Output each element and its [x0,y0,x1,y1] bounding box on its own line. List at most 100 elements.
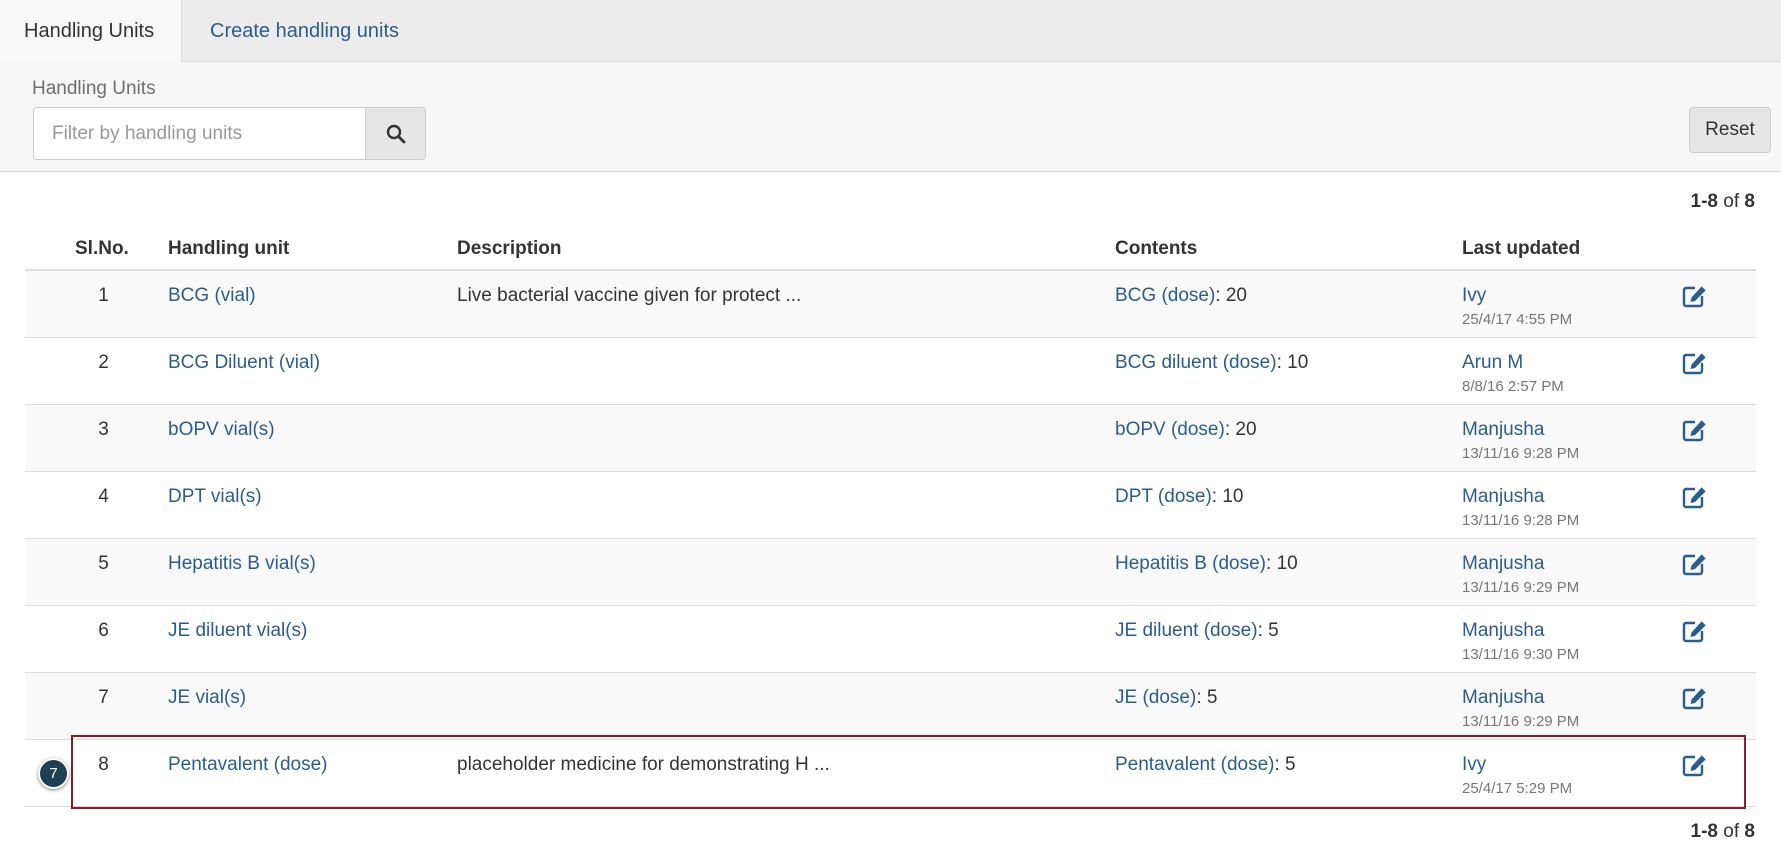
updated-by-user[interactable]: Manjusha [1462,553,1579,575]
row-number: 7 [98,687,109,708]
edit-icon[interactable] [1682,686,1708,716]
table-row: 4 DPT vial(s) DPT (dose): 10 Manjusha 13/11/… [25,472,1756,539]
edit-icon[interactable] [1682,418,1708,448]
pagination-count-bottom: 1-8 of 8 [1691,821,1755,843]
content-item-link[interactable]: BCG (dose) [1115,285,1215,306]
table-row: 7 JE vial(s) JE (dose): 5 Manjusha 13/11/16 … [25,673,1756,740]
handling-unit-link[interactable]: BCG Diluent (vial) [168,352,320,374]
updated-timestamp: 13/11/16 9:28 PM [1462,512,1580,529]
handling-unit-link[interactable]: Hepatitis B vial(s) [168,553,316,575]
updated-timestamp: 13/11/16 9:29 PM [1462,579,1580,596]
edit-icon[interactable] [1682,552,1708,582]
edit-icon[interactable] [1682,619,1708,649]
last-updated-cell: Ivy 25/4/17 5:29 PM [1462,754,1572,797]
contents-cell: DPT (dose): 10 [1115,486,1244,508]
pagination-range: 1-8 [1690,191,1718,212]
filter-label: Handling Units [32,78,156,99]
handling-units-table: Sl.No. Handling unit Description Content… [25,226,1756,807]
search-button[interactable] [365,107,426,160]
description-text: placeholder medicine for demonstrating H… [457,754,830,775]
updated-timestamp: 8/8/16 2:57 PM [1462,378,1564,395]
handling-unit-link[interactable]: DPT vial(s) [168,486,262,508]
header-contents: Contents [1115,238,1198,259]
updated-timestamp: 25/4/17 4:55 PM [1462,311,1573,328]
reset-button[interactable]: Reset [1689,107,1771,153]
table-row: 5 Hepatitis B vial(s) Hepatitis B (dose): … [25,539,1756,606]
table-row: 3 bOPV vial(s) bOPV (dose): 20 Manjusha 13/1… [25,405,1756,472]
last-updated-cell: Ivy 25/4/17 4:55 PM [1462,285,1572,328]
edit-icon[interactable] [1682,351,1708,381]
content-item-link[interactable]: bOPV (dose) [1115,419,1225,440]
updated-by-user[interactable]: Manjusha [1462,687,1579,709]
pagination-range: 1-8 [1690,821,1718,842]
pagination-total: 8 [1744,821,1755,842]
table-body: 1 BCG (vial) Live bacterial vaccine given … [25,271,1756,807]
row-number: 5 [98,553,109,574]
header-handling-unit: Handling unit [168,238,290,259]
edit-icon[interactable] [1682,485,1708,515]
edit-icon[interactable] [1682,284,1708,314]
content-quantity: : 10 [1266,553,1298,574]
table-row: 2 BCG Diluent (vial) BCG diluent (dose): 1… [25,338,1756,405]
description-text: Live bacterial vaccine given for protect… [457,285,802,306]
contents-cell: JE diluent (dose): 5 [1115,620,1279,642]
updated-by-user[interactable]: Manjusha [1462,419,1579,441]
table-header: Sl.No. Handling unit Description Content… [25,226,1756,271]
updated-timestamp: 13/11/16 9:30 PM [1462,646,1580,663]
table-row: 1 BCG (vial) Live bacterial vaccine given … [25,271,1756,338]
contents-cell: BCG diluent (dose): 10 [1115,352,1308,374]
updated-by-user[interactable]: Arun M [1462,352,1564,374]
search-input[interactable] [33,107,365,160]
contents-cell: BCG (dose): 20 [1115,285,1247,307]
content-item-link[interactable]: Hepatitis B (dose) [1115,553,1266,574]
handling-unit-link[interactable]: JE vial(s) [168,687,246,709]
contents-cell: JE (dose): 5 [1115,687,1217,709]
row-number: 6 [98,620,109,641]
updated-timestamp: 25/4/17 5:29 PM [1462,780,1573,797]
last-updated-cell: Arun M 8/8/16 2:57 PM [1462,352,1564,395]
content-quantity: : 20 [1224,419,1257,440]
tab-bar: Handling Units Create handling units [0,0,1781,63]
last-updated-cell: Manjusha 13/11/16 9:28 PM [1462,419,1579,462]
handling-unit-link[interactable]: Pentavalent (dose) [168,754,328,776]
updated-by-user[interactable]: Manjusha [1462,486,1579,508]
filter-panel: Handling Units Reset [0,62,1781,172]
handling-unit-link[interactable]: JE diluent vial(s) [168,620,307,642]
last-updated-cell: Manjusha 13/11/16 9:29 PM [1462,687,1579,730]
pagination-count-top: 1-8 of 8 [1691,191,1755,213]
content-item-link[interactable]: DPT (dose) [1115,486,1212,507]
content-quantity: : 5 [1196,687,1218,708]
content-item-link[interactable]: BCG diluent (dose) [1115,352,1277,373]
updated-by-user[interactable]: Ivy [1462,285,1572,307]
content-quantity: : 5 [1274,754,1296,775]
row-number: 3 [98,419,109,440]
handling-unit-link[interactable]: BCG (vial) [168,285,256,307]
content-item-link[interactable]: JE diluent (dose) [1115,620,1258,641]
content-item-link[interactable]: JE (dose) [1115,687,1196,708]
header-description: Description [457,238,562,259]
updated-timestamp: 13/11/16 9:28 PM [1462,445,1580,462]
row-number: 4 [98,486,109,507]
search-icon [386,124,405,143]
pagination-of: of [1723,821,1740,842]
tab-create-handling-units[interactable]: Create handling units [186,0,423,63]
last-updated-cell: Manjusha 13/11/16 9:28 PM [1462,486,1579,529]
tab-handling-units[interactable]: Handling Units [0,0,182,63]
step-badge: 7 [38,758,69,789]
last-updated-cell: Manjusha 13/11/16 9:29 PM [1462,553,1579,596]
content-quantity: : 20 [1215,285,1248,306]
row-number: 1 [98,285,109,306]
content-quantity: : 10 [1276,352,1309,373]
contents-cell: Hepatitis B (dose): 10 [1115,553,1298,575]
contents-cell: Pentavalent (dose): 5 [1115,754,1296,776]
pagination-of: of [1723,191,1740,212]
row-number: 2 [98,352,109,373]
updated-by-user[interactable]: Manjusha [1462,620,1579,642]
handling-unit-link[interactable]: bOPV vial(s) [168,419,275,441]
edit-icon[interactable] [1682,753,1708,783]
table-row: 6 JE diluent vial(s) JE diluent (dose): 5 M… [25,606,1756,673]
pagination-total: 8 [1744,191,1755,212]
table-row: 8 Pentavalent (dose) placeholder medicine … [25,740,1756,807]
updated-by-user[interactable]: Ivy [1462,754,1572,776]
content-item-link[interactable]: Pentavalent (dose) [1115,754,1275,775]
